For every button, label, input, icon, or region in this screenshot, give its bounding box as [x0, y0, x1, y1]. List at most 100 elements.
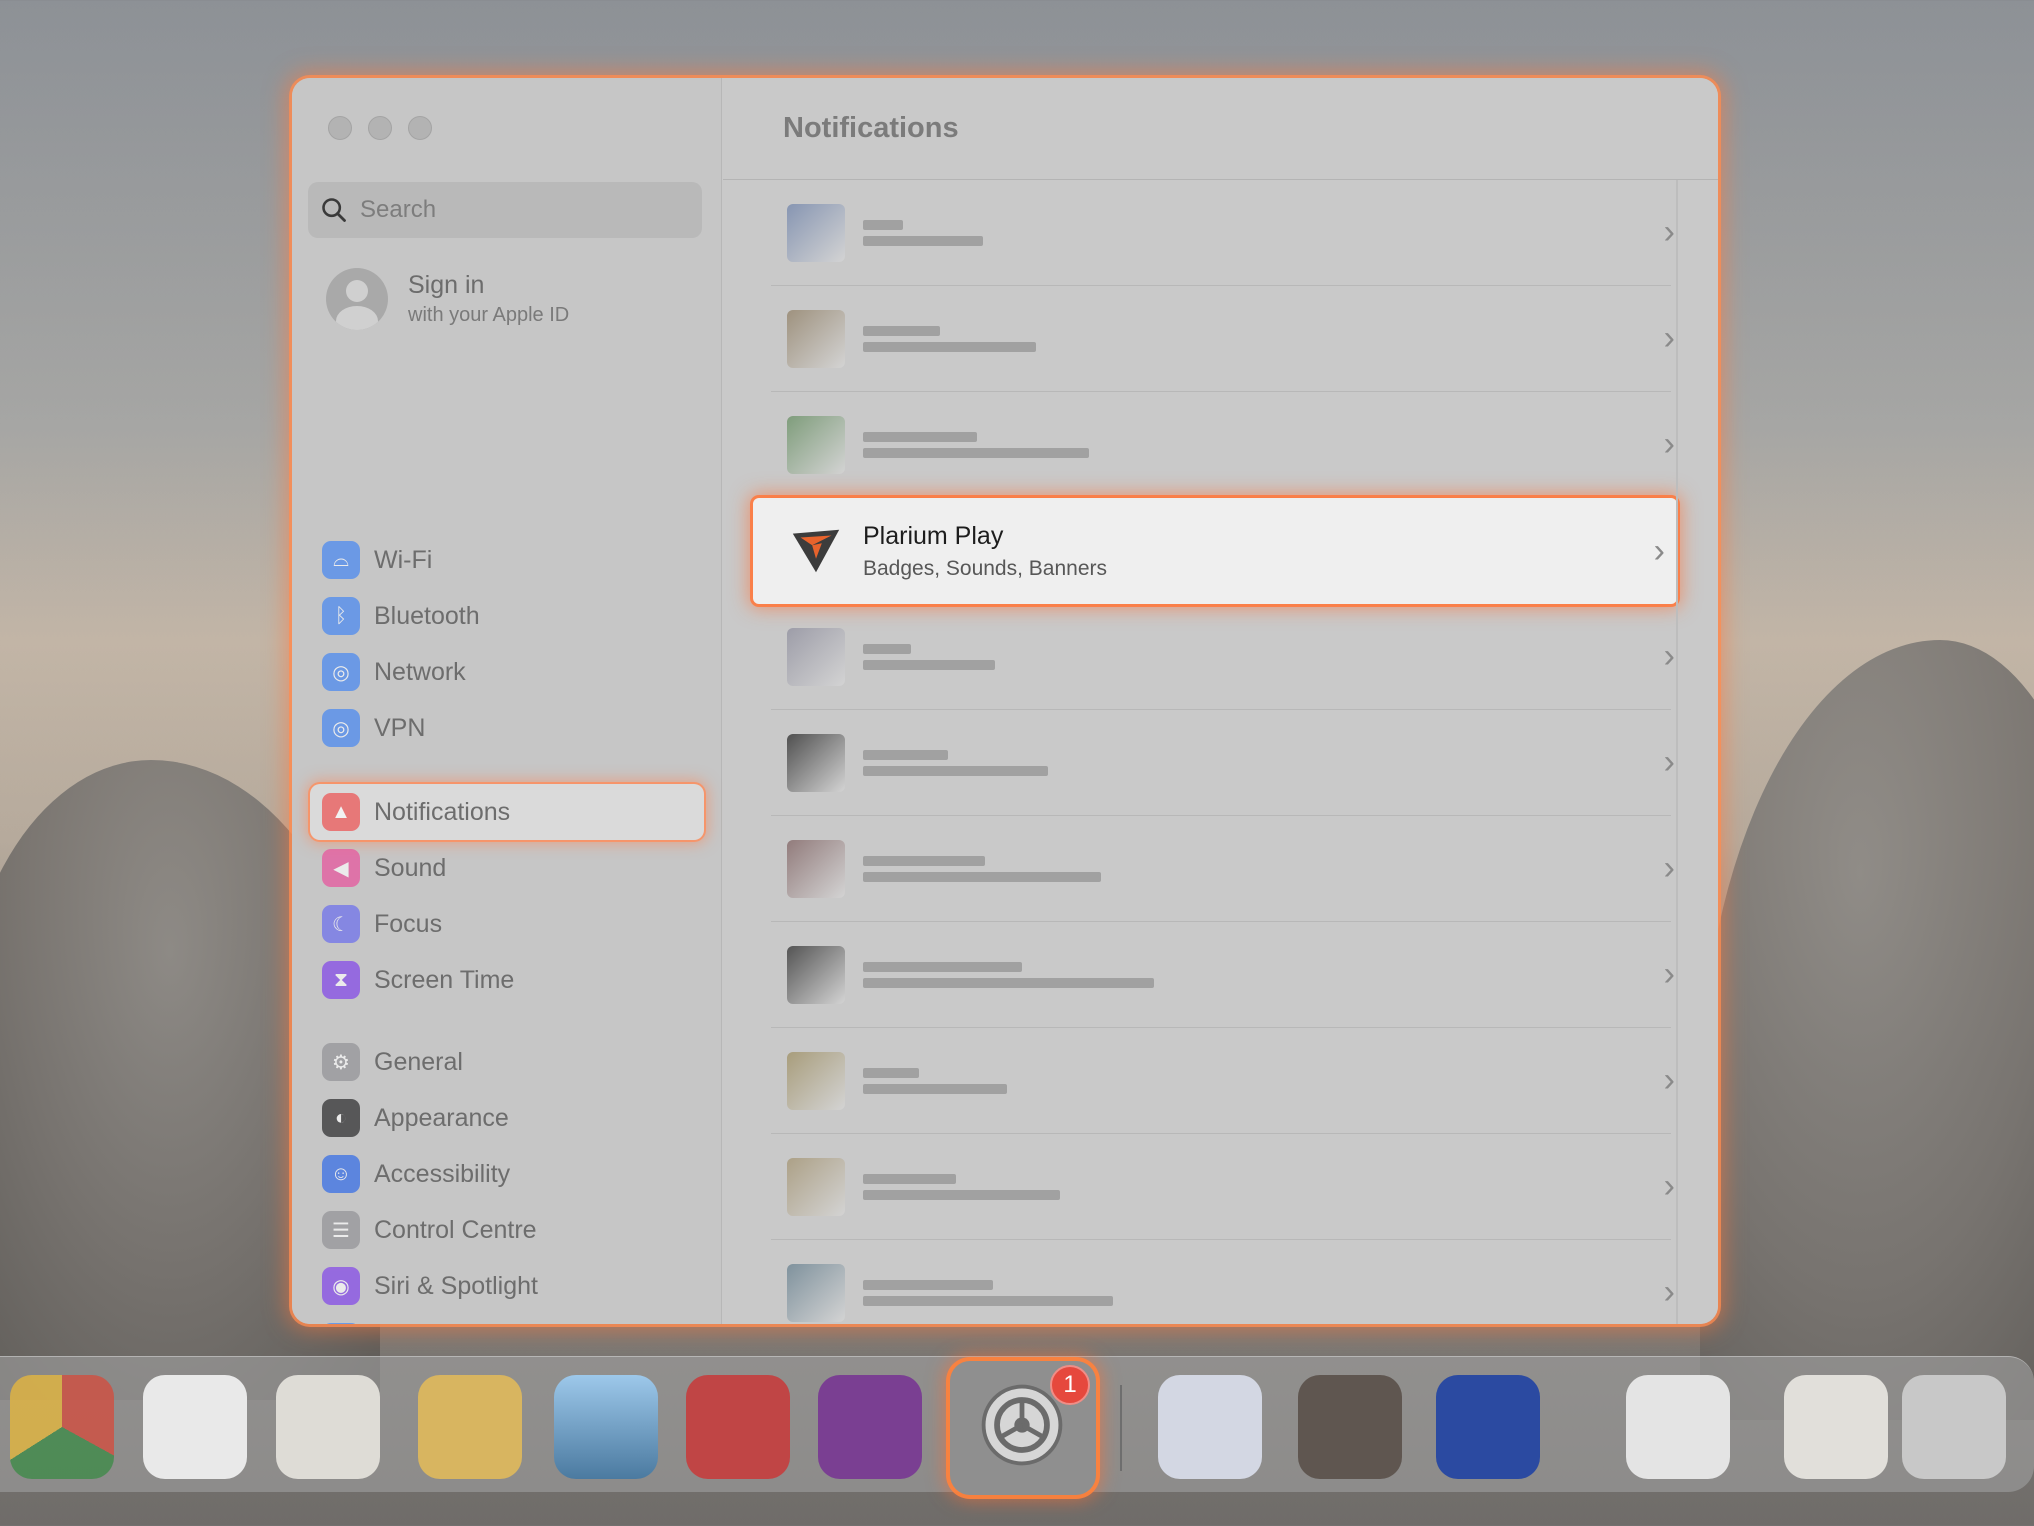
sidebar-item-wi-fi[interactable]: ⌓ Wi-Fi — [310, 532, 704, 588]
redacted-app-text — [863, 320, 1036, 358]
chevron-right-icon: › — [1663, 849, 1675, 887]
wifi-icon: ⌓ — [322, 541, 360, 579]
main-panel: Notifications › › › Plarium Play Badges, Sou… — [723, 78, 1718, 1324]
sidebar-item-vpn[interactable]: ◎ VPN — [310, 700, 704, 756]
sidebar-item-sound[interactable]: ◀ Sound — [310, 840, 704, 896]
sidebar-item-label: Focus — [374, 909, 443, 938]
signin-subtitle: with your Apple ID — [408, 304, 570, 326]
signin-title: Sign in — [408, 271, 485, 299]
dock-app-icon[interactable] — [554, 1375, 658, 1479]
appearance-icon: ◐ — [322, 1099, 360, 1137]
dock-separator — [1120, 1385, 1122, 1471]
dock-app-icon[interactable] — [1902, 1375, 2006, 1479]
sidebar-item-control-centre[interactable]: ☰ Control Centre — [310, 1202, 704, 1258]
dock-app-icon[interactable] — [143, 1375, 247, 1479]
dock-app-icon[interactable] — [1626, 1375, 1730, 1479]
wallpaper-rock-right — [1700, 640, 2034, 1420]
app-notification-row[interactable]: › — [771, 604, 1675, 710]
bell-icon: ▲ — [322, 793, 360, 831]
sidebar: Sign in with your Apple ID ⌓ Wi-Fi ᛒ Blueto… — [292, 78, 722, 1324]
app-notification-row[interactable]: › — [771, 922, 1675, 1028]
sidebar-item-label: Screen Time — [374, 965, 515, 994]
redacted-app-text — [863, 1274, 1113, 1312]
hourglass-icon: ⧗ — [322, 961, 360, 999]
gear-icon: ⚙ — [322, 1043, 360, 1081]
dock-app-icon[interactable] — [686, 1375, 790, 1479]
zoom-button[interactable] — [408, 116, 432, 140]
app-notification-list: › › › Plarium Play Badges, Sounds, Banners › ›… — [753, 180, 1677, 1324]
sidebar-item-label: Control Centre — [374, 1215, 537, 1244]
chevron-right-icon: › — [1663, 1273, 1675, 1311]
search-icon — [322, 198, 346, 222]
app-notification-detail: Badges, Sounds, Banners — [863, 556, 1108, 580]
close-button[interactable] — [328, 116, 352, 140]
sidebar-item-general[interactable]: ⚙ General — [310, 1034, 704, 1090]
sidebar-item-appearance[interactable]: ◐ Appearance — [310, 1090, 704, 1146]
app-notification-row[interactable]: › — [771, 392, 1675, 498]
app-icon — [787, 415, 845, 474]
sidebar-item-notifications[interactable]: ▲ Notifications — [310, 784, 704, 840]
search-input[interactable] — [360, 196, 680, 224]
sidebar-group-network: ⌓ Wi-Fi ᛒ Bluetooth ◎ Network ◎ VPN — [310, 532, 704, 756]
sidebar-item-siri-spotlight[interactable]: ◉ Siri & Spotlight — [310, 1258, 704, 1314]
app-notification-row[interactable]: › — [771, 1134, 1675, 1240]
sidebar-item-label: Sound — [374, 853, 447, 882]
sidebar-item-network[interactable]: ◎ Network — [310, 644, 704, 700]
scrollbar[interactable] — [1676, 180, 1678, 1324]
system-settings-dock-icon[interactable]: 1 — [950, 1361, 1096, 1495]
sidebar-item-label: Siri & Spotlight — [374, 1271, 538, 1300]
sidebar-item-bluetooth[interactable]: ᛒ Bluetooth — [310, 588, 704, 644]
app-notification-row[interactable]: › — [771, 710, 1675, 816]
panel-header: Notifications — [723, 78, 1718, 180]
chevron-right-icon: › — [1663, 425, 1675, 463]
dock-app-icon[interactable] — [10, 1375, 114, 1479]
sidebar-item-label: Appearance — [374, 1103, 509, 1132]
sidebar-item-focus[interactable]: ☾ Focus — [310, 896, 704, 952]
dock-app-icon[interactable] — [1784, 1375, 1888, 1479]
app-notification-row[interactable]: › — [771, 816, 1675, 922]
minimize-button[interactable] — [368, 116, 392, 140]
dock-app-icon[interactable] — [1298, 1375, 1402, 1479]
sidebar-item-privacy-security[interactable]: ✋Privacy & Security — [310, 1314, 704, 1324]
app-icon — [787, 945, 845, 1004]
redacted-app-text — [863, 956, 1154, 994]
moon-icon: ☾ — [322, 905, 360, 943]
notification-badge: 1 — [1050, 1365, 1090, 1405]
app-icon — [787, 627, 845, 686]
globe-icon: ◎ — [322, 653, 360, 691]
app-icon — [787, 203, 845, 262]
system-settings-window: Sign in with your Apple ID ⌓ Wi-Fi ᛒ Blueto… — [292, 78, 1718, 1324]
speaker-icon: ◀ — [322, 849, 360, 887]
sidebar-item-label: VPN — [374, 713, 426, 742]
accessibility-icon: ☺ — [322, 1155, 360, 1193]
search-field[interactable] — [308, 182, 702, 238]
app-notification-row[interactable]: › — [771, 1240, 1675, 1324]
app-icon — [787, 1051, 845, 1110]
chevron-right-icon: › — [1663, 1061, 1675, 1099]
vpn-icon: ◎ — [322, 709, 360, 747]
dock: 1 — [0, 1356, 2034, 1495]
chevron-right-icon: › — [1663, 319, 1675, 357]
dock-app-icon[interactable] — [818, 1375, 922, 1479]
hand-icon: ✋ — [322, 1323, 360, 1324]
dock-app-icon[interactable] — [1158, 1375, 1262, 1479]
redacted-app-text — [863, 426, 1089, 464]
sidebar-item-screen-time[interactable]: ⧗ Screen Time — [310, 952, 704, 1008]
chevron-right-icon: › — [1663, 213, 1675, 251]
dock-app-icon[interactable] — [418, 1375, 522, 1479]
dock-app-icon[interactable] — [1436, 1375, 1540, 1479]
window-controls — [328, 116, 432, 140]
redacted-app-text — [863, 1168, 1060, 1206]
sidebar-item-label: Accessibility — [374, 1159, 511, 1188]
app-notification-row[interactable]: › — [771, 180, 1675, 286]
sidebar-item-label: Wi-Fi — [374, 545, 433, 574]
app-notification-row[interactable]: › — [771, 1028, 1675, 1134]
app-notification-row[interactable]: › — [771, 286, 1675, 392]
redacted-app-text — [863, 850, 1101, 888]
app-notification-row[interactable]: Plarium Play Badges, Sounds, Banners › — [753, 498, 1677, 604]
dock-app-icon[interactable] — [276, 1375, 380, 1479]
sidebar-item-label: General — [374, 1047, 463, 1076]
app-name: Plarium Play — [863, 521, 1004, 550]
apple-id-signin[interactable]: Sign in with your Apple ID — [326, 268, 569, 330]
sidebar-item-accessibility[interactable]: ☺ Accessibility — [310, 1146, 704, 1202]
